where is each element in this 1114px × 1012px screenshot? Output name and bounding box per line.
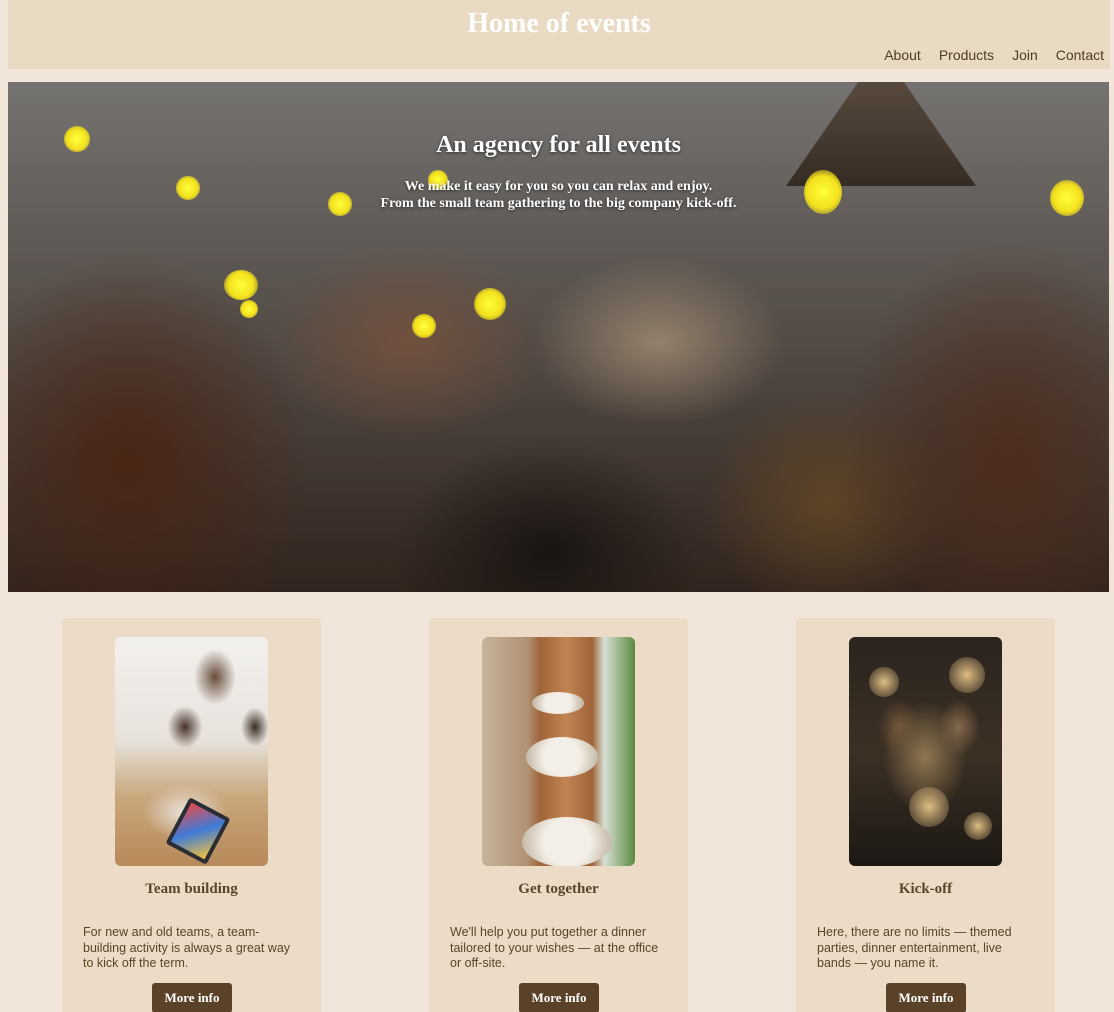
sparkle-image-detail [964, 812, 992, 840]
card-title: Team building [145, 881, 238, 897]
plate-image-detail [526, 737, 598, 777]
card-title: Get together [518, 881, 599, 897]
site-title: Home of events [467, 8, 651, 39]
sparkle-image-detail [869, 667, 899, 697]
nav-link-about[interactable]: About [884, 47, 921, 63]
nav-link-join[interactable]: Join [1012, 47, 1038, 63]
hero-subtitle: We make it easy for you so you can relax… [8, 178, 1109, 212]
plate-image-detail [532, 692, 584, 714]
nav-link-contact[interactable]: Contact [1056, 47, 1104, 63]
kick-off-photo [849, 637, 1002, 866]
team-building-photo [115, 637, 268, 866]
service-card-team-building: Team building For new and old teams, a t… [62, 618, 321, 1012]
tablet-image-detail [165, 797, 231, 865]
plate-image-detail [522, 817, 612, 866]
site-header: Home of events About Products Join Conta… [8, 0, 1110, 69]
nav-link-products[interactable]: Products [939, 47, 994, 63]
bokeh-light [474, 288, 506, 320]
hero-subtitle-line: We make it easy for you so you can relax… [404, 179, 713, 194]
hero-banner: An agency for all events We make it easy… [8, 82, 1109, 592]
more-info-button[interactable]: More info [886, 983, 966, 1012]
hero-subtitle-line: From the small team gathering to the big… [380, 196, 737, 211]
bokeh-light [412, 314, 436, 338]
more-info-button[interactable]: More info [519, 983, 599, 1012]
card-description: Here, there are no limits — themed parti… [817, 925, 1012, 970]
get-together-photo [482, 637, 635, 866]
hero-title: An agency for all events [436, 132, 681, 158]
main-nav: About Products Join Contact [866, 47, 1104, 63]
more-info-button[interactable]: More info [152, 983, 232, 1012]
bokeh-light [240, 300, 258, 318]
card-description: For new and old teams, a team-building a… [83, 925, 291, 970]
bokeh-light [224, 270, 258, 300]
service-card-get-together: Get together We'll help you put together… [429, 618, 688, 1012]
card-description: We'll help you put together a dinner tai… [450, 925, 659, 970]
sparkle-image-detail [909, 787, 949, 827]
service-card-kick-off: Kick-off Here, there are no limits — the… [796, 618, 1055, 1012]
sparkle-image-detail [949, 657, 985, 693]
card-title: Kick-off [898, 881, 953, 897]
